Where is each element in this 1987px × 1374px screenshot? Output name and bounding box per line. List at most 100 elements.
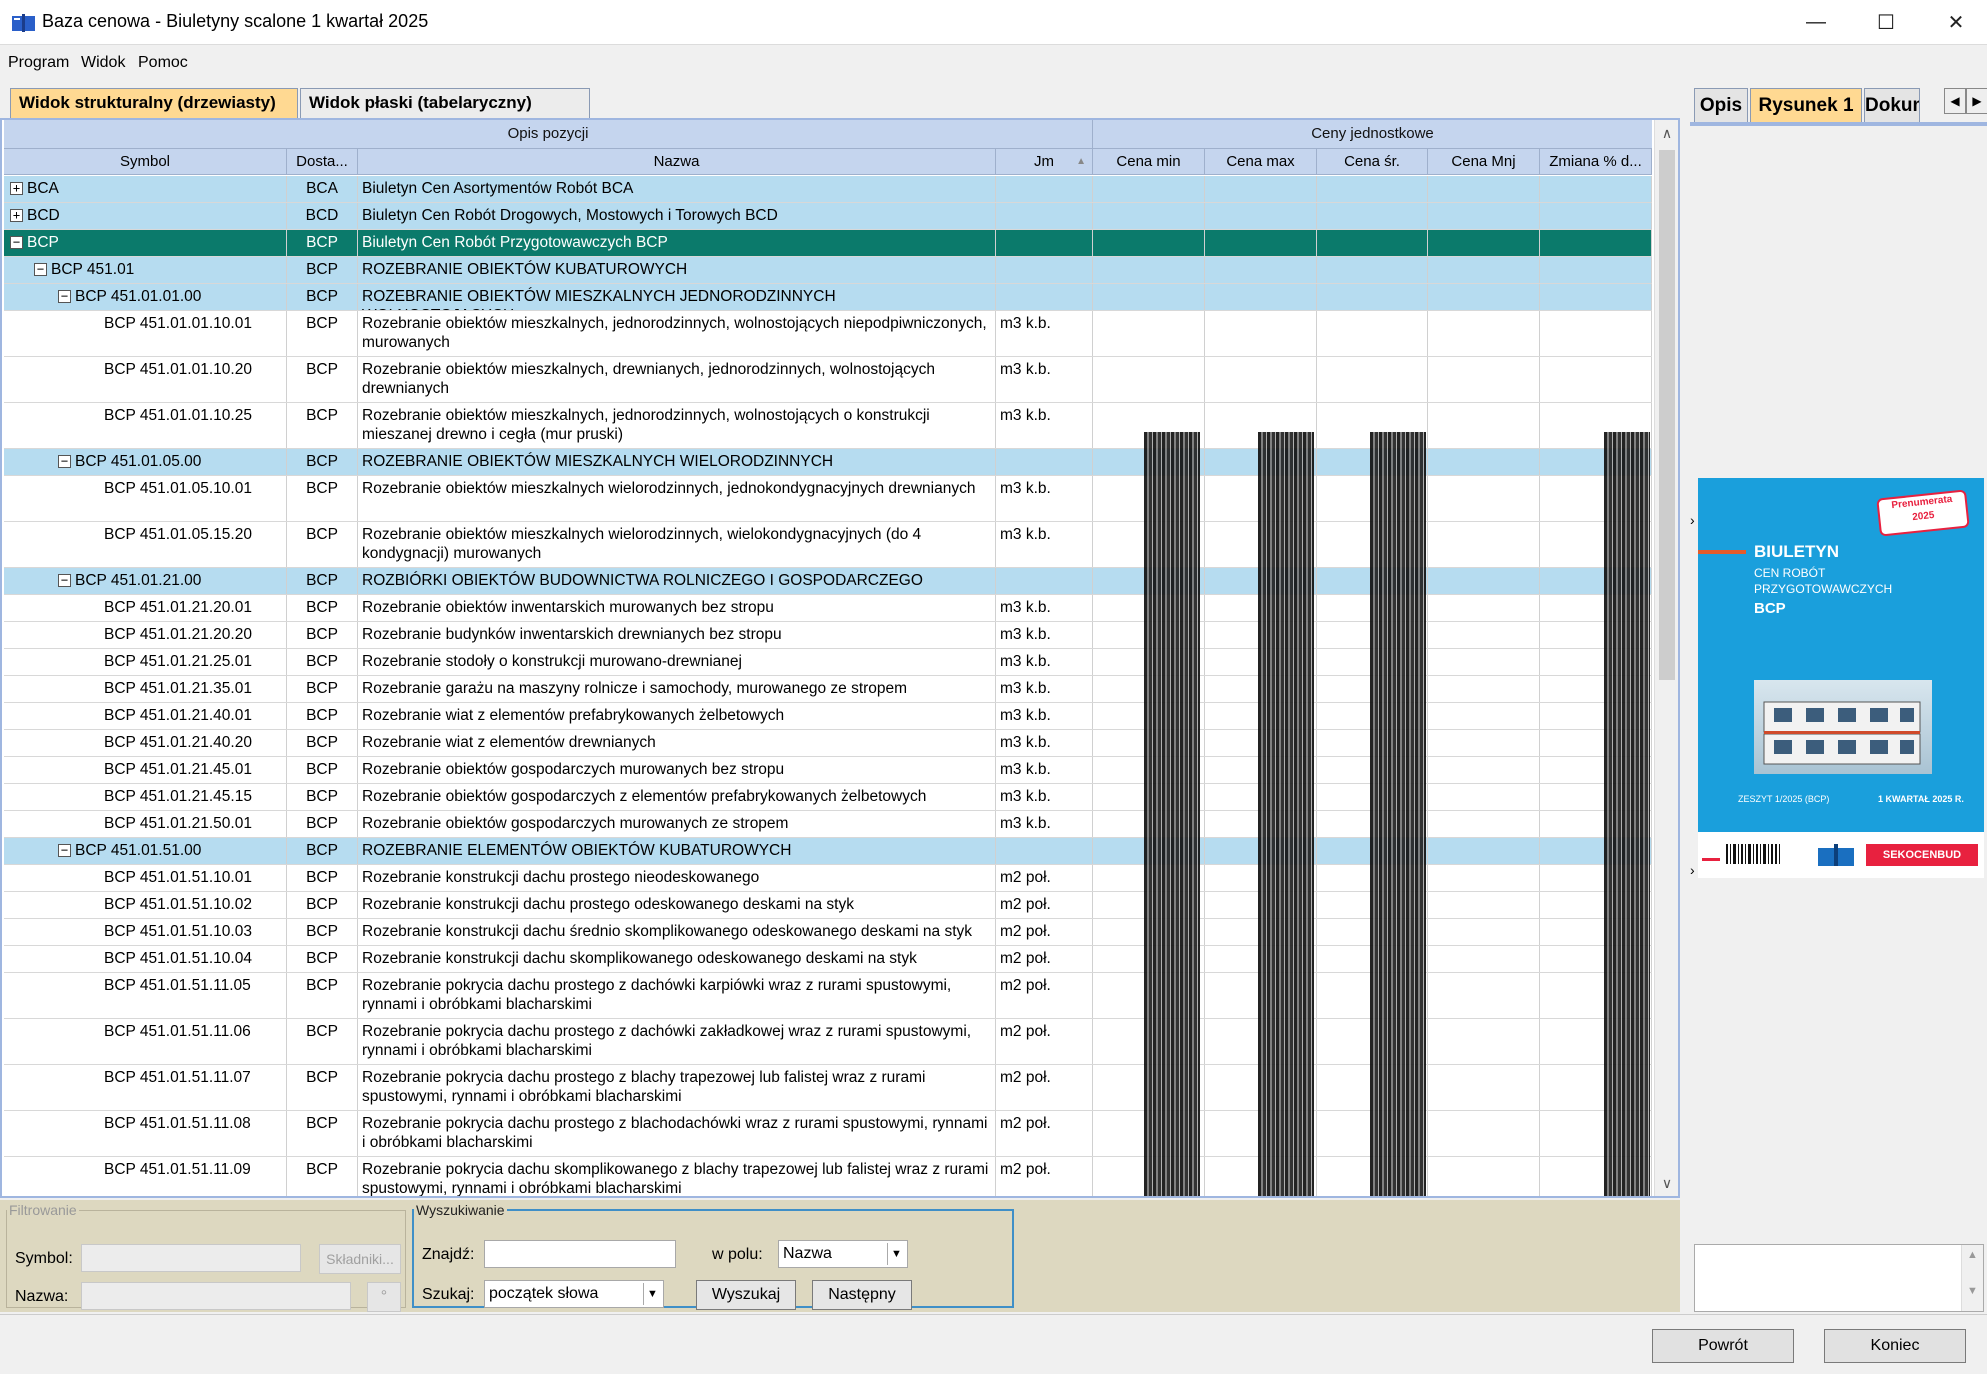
collapse-icon[interactable]: − bbox=[34, 263, 47, 277]
znajdz-label: Znajdź: bbox=[422, 1246, 475, 1263]
skladniki-button[interactable]: Składniki... bbox=[319, 1244, 401, 1274]
filter-symbol-input[interactable] bbox=[81, 1244, 301, 1272]
panel-splitter-icon[interactable]: › bbox=[1690, 862, 1695, 878]
cell-nazwa: Rozebranie konstrukcji dachu prostego od… bbox=[358, 892, 996, 918]
symbol-text: BCP 451.01.51.00 bbox=[75, 842, 202, 859]
col-header-cena-sr[interactable]: Cena śr. bbox=[1317, 149, 1428, 175]
panel-splitter-icon[interactable]: › bbox=[1690, 512, 1695, 528]
menu-widok[interactable]: Widok bbox=[81, 54, 125, 72]
tree-row-group[interactable]: + BCD BCD Biuletyn Cen Robót Drogowych, Mos… bbox=[4, 203, 1652, 230]
scroll-down-icon[interactable]: ∨ bbox=[1655, 1170, 1678, 1196]
tree-row-group[interactable]: − BCP BCP Biuletyn Cen Robót Przygotowawczy… bbox=[4, 230, 1652, 257]
cell-symbol: − BCP 451.01.01.00 bbox=[4, 284, 287, 310]
cell-dostawca: BCP bbox=[287, 1111, 358, 1156]
cell-symbol: + BCA bbox=[4, 176, 287, 202]
szukaj-select[interactable]: początek słowa ▼ bbox=[484, 1280, 664, 1308]
powrot-button[interactable]: Powrót bbox=[1652, 1329, 1794, 1363]
col-header-symbol[interactable]: Symbol bbox=[4, 149, 287, 175]
symbol-text: BCP 451.01.51.10.03 bbox=[104, 923, 252, 940]
scroll-down-icon[interactable]: ▼ bbox=[1962, 1285, 1983, 1297]
cell-nazwa: Rozebranie konstrukcji dachu średnio sko… bbox=[358, 919, 996, 945]
nastepny-button[interactable]: Następny bbox=[812, 1280, 912, 1310]
menu-program[interactable]: Program bbox=[8, 54, 69, 72]
cell-dostawca: BCP bbox=[287, 449, 358, 475]
cell-jm: m2 poł. bbox=[996, 919, 1093, 945]
symbol-text: BCP 451.01.51.11.09 bbox=[104, 1161, 251, 1178]
cell-price bbox=[1540, 230, 1652, 256]
col-header-dostawca[interactable]: Dosta... bbox=[287, 149, 358, 175]
expand-icon[interactable]: + bbox=[10, 209, 23, 223]
maximize-button[interactable]: ☐ bbox=[1851, 0, 1921, 44]
cell-price bbox=[1428, 1111, 1540, 1156]
dropdown-arrow-icon[interactable]: ▼ bbox=[643, 1283, 661, 1305]
tab-opis[interactable]: Opis bbox=[1694, 88, 1748, 122]
obscured-price-column bbox=[1258, 432, 1314, 1196]
col-header-nazwa[interactable]: Nazwa bbox=[358, 149, 996, 175]
collapse-icon[interactable]: − bbox=[10, 236, 23, 250]
cell-nazwa: Biuletyn Cen Robót Drogowych, Mostowych … bbox=[358, 203, 996, 229]
col-header-cena-mnj[interactable]: Cena Mnj bbox=[1428, 149, 1540, 175]
dropdown-arrow-icon[interactable]: ▼ bbox=[887, 1243, 905, 1265]
filter-options-button[interactable]: ° bbox=[367, 1282, 401, 1312]
tab-dokumenty[interactable]: Dokum bbox=[1864, 88, 1920, 122]
cell-symbol: BCP 451.01.21.25.01 bbox=[4, 649, 287, 675]
cell-price bbox=[1428, 449, 1540, 475]
filter-nazwa-input[interactable] bbox=[81, 1282, 351, 1310]
close-button[interactable]: ✕ bbox=[1921, 0, 1987, 44]
znajdz-input[interactable] bbox=[484, 1240, 676, 1268]
col-header-cena-min[interactable]: Cena min bbox=[1093, 149, 1205, 175]
cell-symbol: BCP 451.01.21.40.01 bbox=[4, 703, 287, 729]
tree-row-group[interactable]: + BCA BCA Biuletyn Cen Asortymentów Robót B… bbox=[4, 176, 1652, 203]
tree-row-item[interactable]: BCP 451.01.01.10.20 BCP Rozebranie obiektó… bbox=[4, 357, 1652, 403]
picture-caption-box[interactable]: ▲ ▼ bbox=[1694, 1244, 1984, 1312]
wyszukaj-button[interactable]: Wyszukaj bbox=[696, 1280, 796, 1310]
symbol-text: BCP 451.01.21.50.01 bbox=[104, 815, 252, 832]
wpolu-select[interactable]: Nazwa ▼ bbox=[778, 1240, 908, 1268]
col-header-zmiana[interactable]: Zmiana % d... bbox=[1540, 149, 1652, 175]
collapse-icon[interactable]: − bbox=[58, 455, 71, 469]
cell-price bbox=[1428, 284, 1540, 310]
cell-dostawca: BCP bbox=[287, 946, 358, 972]
cell-symbol: BCP 451.01.21.40.20 bbox=[4, 730, 287, 756]
tree-row-item[interactable]: BCP 451.01.01.10.01 BCP Rozebranie obiektó… bbox=[4, 311, 1652, 357]
caption-scrollbar[interactable]: ▲ ▼ bbox=[1961, 1245, 1983, 1311]
symbol-text: BCP 451.01.51.10.01 bbox=[104, 869, 252, 886]
tab-scroll-left-icon[interactable]: ◀ bbox=[1944, 88, 1966, 114]
scroll-up-icon[interactable]: ▲ bbox=[1962, 1249, 1983, 1261]
symbol-text: BCP 451.01.21.35.01 bbox=[104, 680, 252, 697]
scroll-up-icon[interactable]: ∧ bbox=[1655, 120, 1678, 146]
col-header-jm[interactable]: Jm ▲ bbox=[996, 149, 1093, 175]
cell-dostawca: BCP bbox=[287, 703, 358, 729]
cell-nazwa: ROZEBRANIE ELEMENTÓW OBIEKTÓW KUBATUROWY… bbox=[358, 838, 996, 864]
symbol-text: BCP 451.01.51.10.02 bbox=[104, 896, 252, 913]
cell-dostawca: BCP bbox=[287, 811, 358, 837]
cell-nazwa: Rozebranie wiat z elementów prefabrykowa… bbox=[358, 703, 996, 729]
cell-jm: m2 poł. bbox=[996, 1065, 1093, 1110]
tab-flat-view[interactable]: Widok płaski (tabelaryczny) bbox=[300, 88, 590, 118]
cell-symbol: BCP 451.01.51.11.08 bbox=[4, 1111, 287, 1156]
menu-pomoc[interactable]: Pomoc bbox=[138, 54, 188, 72]
koniec-button[interactable]: Koniec bbox=[1824, 1329, 1966, 1363]
tab-rysunek[interactable]: Rysunek 1 bbox=[1750, 88, 1862, 122]
tree-row-group[interactable]: − BCP 451.01.01.00 BCP ROZEBRANIE OBIEKTÓW … bbox=[4, 284, 1652, 311]
cell-price bbox=[1317, 257, 1428, 283]
expand-icon[interactable]: + bbox=[10, 182, 23, 196]
cell-symbol: − BCP 451.01.51.00 bbox=[4, 838, 287, 864]
collapse-icon[interactable]: − bbox=[58, 290, 71, 304]
tab-structural-view[interactable]: Widok strukturalny (drzewiasty) bbox=[10, 88, 298, 118]
grid-vertical-scrollbar[interactable]: ∧ ∨ bbox=[1654, 120, 1678, 1196]
search-group: Wyszukiwanie Znajdź: w polu: Nazwa ▼ Szu… bbox=[412, 1202, 1014, 1310]
window-title: Baza cenowa - Biuletyny scalone 1 kwarta… bbox=[42, 11, 429, 31]
cell-dostawca: BCP bbox=[287, 784, 358, 810]
cell-jm bbox=[996, 449, 1093, 475]
collapse-icon[interactable]: − bbox=[58, 574, 71, 588]
minimize-button[interactable]: — bbox=[1781, 0, 1851, 44]
col-header-cena-max[interactable]: Cena max bbox=[1205, 149, 1317, 175]
cell-price bbox=[1428, 757, 1540, 783]
tab-scroll-right-icon[interactable]: ▶ bbox=[1966, 88, 1987, 114]
symbol-text: BCP 451.01.21.20.20 bbox=[104, 626, 252, 643]
scroll-thumb[interactable] bbox=[1659, 150, 1675, 680]
collapse-icon[interactable]: − bbox=[58, 844, 71, 858]
cell-price bbox=[1428, 595, 1540, 621]
tree-row-group[interactable]: − BCP 451.01 BCP ROZEBRANIE OBIEKTÓW KUBATU… bbox=[4, 257, 1652, 284]
